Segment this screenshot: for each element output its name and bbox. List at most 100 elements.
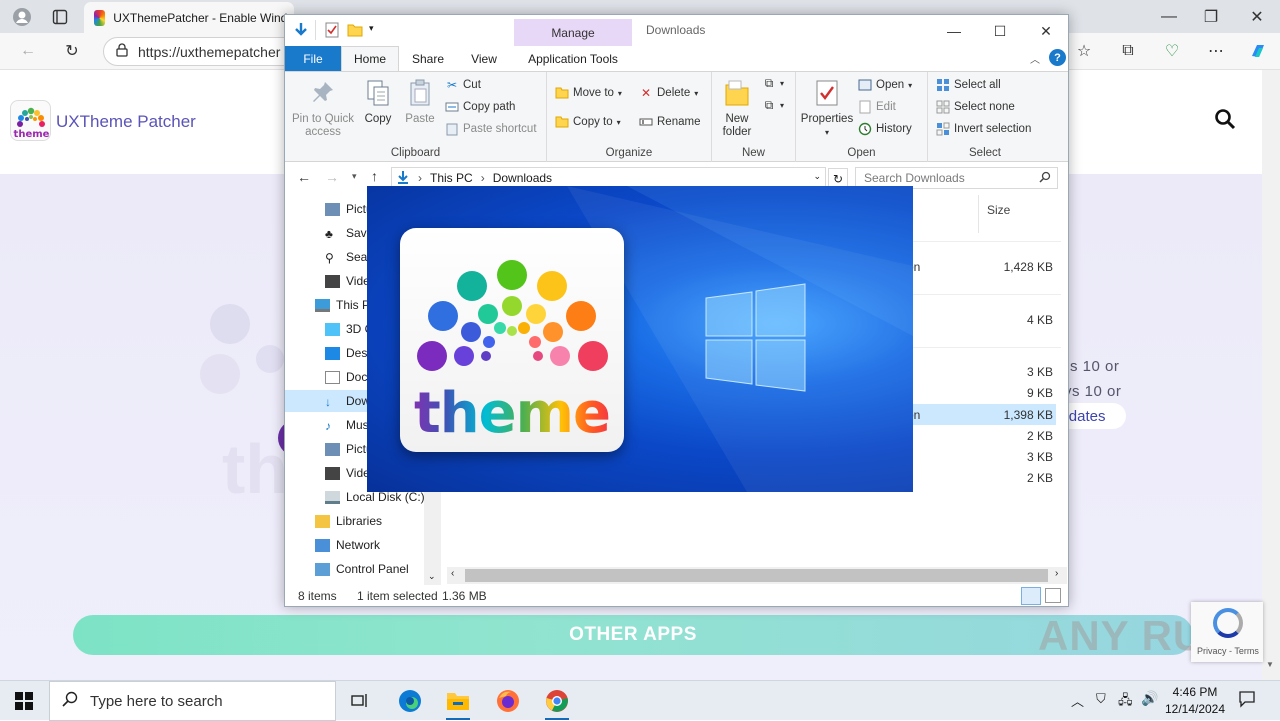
new-folder-qat-icon[interactable] [347, 23, 363, 40]
up-icon[interactable]: ↑ [371, 168, 378, 184]
scroll-down-icon[interactable]: ▼ [1266, 660, 1274, 669]
tab-view[interactable]: View [460, 46, 508, 71]
nav-item-control-panel[interactable]: Control Panel [315, 558, 409, 580]
open-button[interactable]: Open ▾ [858, 78, 912, 92]
easy-access-button[interactable]: ⧉ ▾ [762, 98, 784, 112]
edge-icon[interactable] [390, 685, 430, 717]
path-dropdown-icon[interactable]: ⌄ [813, 171, 821, 182]
cut-button[interactable]: ✂ Cut [445, 78, 481, 92]
select-none-button[interactable]: Select none [936, 100, 1015, 114]
notifications-icon[interactable] [1238, 690, 1256, 711]
nav-item-pictures-2[interactable]: Pictu [325, 438, 373, 460]
tab-actions-icon[interactable] [46, 3, 74, 31]
paste-shortcut-button[interactable]: Paste shortcut [445, 122, 537, 136]
star-add-favorite-icon[interactable]: ☆ [1070, 37, 1098, 65]
collections-icon[interactable]: ⧉ [1114, 37, 1142, 65]
tab-home[interactable]: Home [341, 46, 399, 71]
copy-path-button[interactable]: Copy path [445, 100, 515, 114]
breadcrumb-downloads[interactable]: Downloads [493, 171, 552, 185]
nav-item-this-pc[interactable]: This P [315, 294, 370, 316]
maximize-window-icon[interactable]: ☐ [980, 19, 1020, 43]
tab-share[interactable]: Share [403, 46, 453, 71]
recent-locations-icon[interactable]: ▾ [352, 171, 357, 182]
browser-tab[interactable]: UXThemePatcher - Enable Windo [84, 2, 294, 33]
browser-essentials-icon[interactable]: ♡ [1158, 37, 1186, 65]
size-column-header[interactable]: Size [987, 203, 1010, 217]
system-clock[interactable]: 4:46 PM 12/14/2024 [1160, 684, 1230, 718]
drive-icon [325, 490, 340, 504]
details-view-icon[interactable] [1021, 587, 1041, 605]
pin-icon [307, 76, 339, 110]
manage-contextual-tab[interactable]: Manage [514, 19, 632, 46]
invert-selection-button[interactable]: Invert selection [936, 122, 1031, 136]
history-button[interactable]: History [858, 122, 912, 136]
close-window-icon[interactable]: ✕ [1026, 19, 1066, 43]
nav-item-music[interactable]: ♪ Musi [325, 414, 371, 436]
volume-icon[interactable]: 🔊 [1141, 690, 1158, 707]
column-divider [978, 195, 979, 233]
minimize-window-icon[interactable]: — [934, 19, 974, 43]
nav-item-searches[interactable]: ⚲ Sear [325, 246, 371, 268]
firefox-icon[interactable] [488, 685, 528, 717]
forward-icon[interactable]: → [325, 169, 339, 185]
chrome-icon[interactable] [537, 685, 577, 717]
security-icon[interactable]: ⛉ [1096, 691, 1106, 707]
back-arrow-icon[interactable]: ← [14, 37, 42, 65]
new-folder-button[interactable]: New folder [716, 76, 758, 139]
row-8-size: 2 KB [1026, 471, 1053, 485]
tab-application-tools[interactable]: Application Tools [514, 46, 632, 71]
control-panel-icon [315, 562, 330, 576]
help-icon[interactable]: ? [1049, 49, 1066, 66]
edit-button[interactable]: Edit [858, 100, 896, 114]
rename-button[interactable]: Rename [639, 115, 700, 129]
recaptcha-links[interactable]: Privacy - Terms [1197, 646, 1261, 656]
start-button[interactable] [4, 685, 44, 717]
collapse-ribbon-icon[interactable]: ︿ [1030, 51, 1040, 66]
minimize-icon[interactable]: — [1155, 3, 1183, 31]
qat-dropdown-icon[interactable]: ▾ [369, 23, 374, 34]
new-item-button[interactable]: ⧉ ▾ [762, 76, 784, 90]
copy-button[interactable]: Copy [361, 76, 395, 126]
scroll-left-icon[interactable]: ‹ [451, 568, 454, 579]
show-hidden-icons-icon[interactable]: ︿ [1071, 691, 1084, 710]
open-group: Properties ▾ Open ▾ Edit History Open [796, 72, 928, 162]
profile-icon[interactable] [8, 3, 36, 31]
nav-item-videos[interactable]: Vide [325, 270, 370, 292]
more-menu-icon[interactable]: ⋯ [1202, 37, 1230, 65]
paste-button[interactable]: Paste [403, 76, 437, 126]
large-icons-view-icon[interactable] [1045, 588, 1061, 603]
move-to-button[interactable]: Move to ▾ [555, 86, 622, 100]
breadcrumb-this-pc[interactable]: This PC [430, 171, 473, 185]
network-tray-icon[interactable]: 🖧 [1118, 691, 1133, 713]
properties-button[interactable]: Properties ▾ [800, 76, 854, 139]
select-all-button[interactable]: Select all [936, 78, 1001, 92]
horizontal-scrollbar[interactable]: ‹ › [447, 567, 1067, 584]
delete-button[interactable]: ✕ Delete ▾ [639, 86, 698, 100]
nav-item-pictures[interactable]: Pictu [325, 198, 373, 220]
nav-item-videos-2[interactable]: Vide [325, 462, 370, 484]
reload-icon[interactable]: ↻ [58, 37, 86, 65]
close-icon[interactable]: ✕ [1243, 3, 1271, 31]
search-icon[interactable] [1214, 108, 1236, 136]
file-explorer-taskbar-icon[interactable] [438, 685, 478, 717]
nav-item-libraries[interactable]: Libraries [315, 510, 382, 532]
site-name[interactable]: UXTheme Patcher [56, 112, 196, 132]
tab-file[interactable]: File [285, 46, 341, 71]
back-icon[interactable]: ← [297, 169, 311, 185]
properties-qat-icon[interactable] [325, 22, 339, 41]
select-label: Select [969, 147, 1001, 159]
copilot-icon[interactable] [1244, 37, 1272, 65]
other-apps-banner[interactable]: OTHER APPS [73, 615, 1193, 655]
nav-scroll-down-icon[interactable]: ⌄ [428, 571, 436, 582]
task-view-icon[interactable] [340, 685, 380, 717]
recaptcha-badge[interactable]: Privacy - Terms [1191, 602, 1263, 662]
taskbar-search-box[interactable]: Type here to search [49, 681, 336, 721]
copy-to-button[interactable]: Copy to ▾ [555, 115, 621, 129]
pin-quick-access-button[interactable]: Pin to Quick access [291, 76, 355, 139]
nav-item-network[interactable]: Network [315, 534, 380, 556]
page-scrollbar[interactable]: ▼ [1262, 70, 1280, 680]
restore-icon[interactable]: ❐ [1197, 3, 1225, 31]
horizontal-scroll-thumb[interactable] [465, 569, 1048, 582]
scroll-right-icon[interactable]: › [1055, 568, 1058, 579]
site-logo[interactable]: theme [10, 100, 51, 141]
